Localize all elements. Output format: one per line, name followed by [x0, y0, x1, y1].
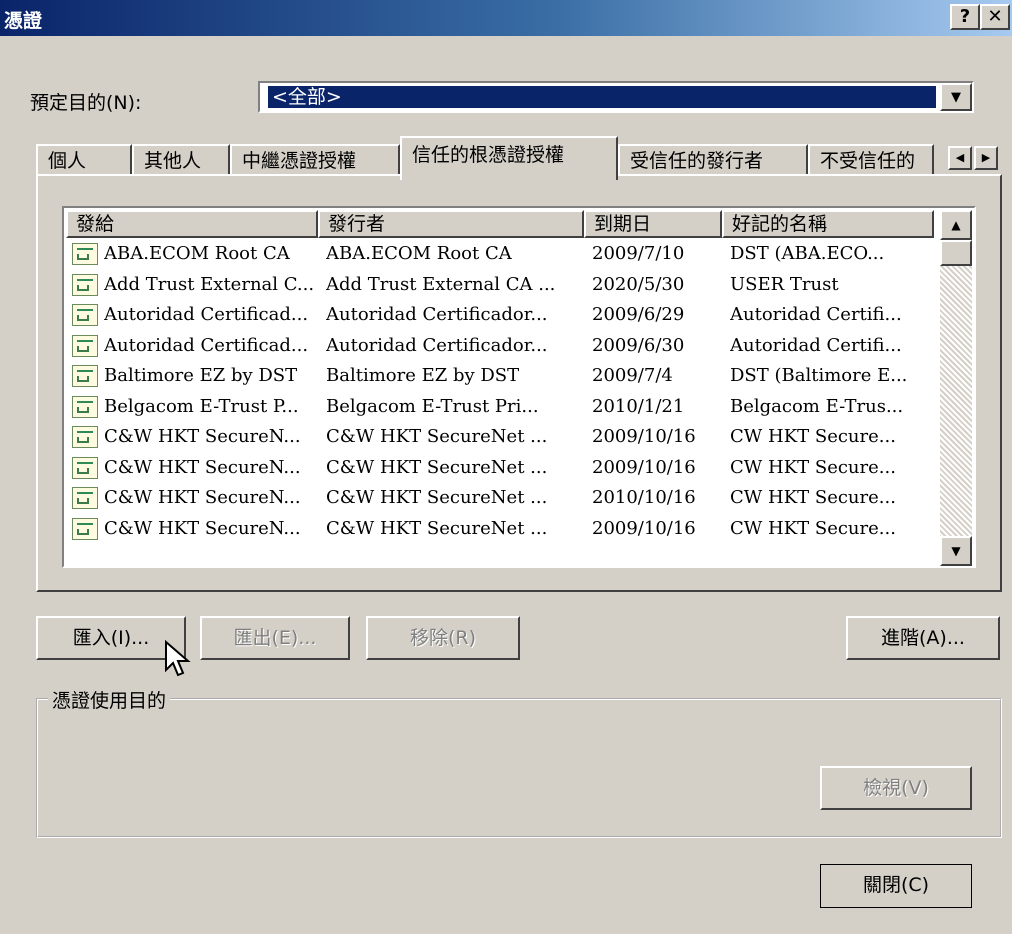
- table-row[interactable]: C&W HKT SecureN... C&W HKT SecureNet ... 2…: [66, 423, 940, 453]
- table-row[interactable]: Autoridad Certificad... Autoridad Certifi…: [66, 301, 940, 331]
- cell-expires: 2009/10/16: [592, 456, 696, 478]
- cell-issued-to: ABA.ECOM Root CA: [104, 243, 290, 264]
- certificates-dialog: 憑證 ? ✕ 預定目的(N): <全部> ▼ 個人 其他人 中繼憑證授權 信任的…: [0, 0, 1012, 934]
- certificate-purposes-label: 憑證使用目的: [48, 686, 171, 713]
- cell-expires: 2010/1/21: [592, 395, 685, 417]
- column-header-issued-to[interactable]: 發給: [66, 210, 318, 238]
- cell-issued-to: Add Trust External C...: [104, 273, 315, 295]
- help-button[interactable]: ?: [950, 4, 980, 30]
- title-bar[interactable]: 憑證 ? ✕: [0, 0, 1012, 36]
- cell-issued-by: ABA.ECOM Root CA: [326, 243, 512, 264]
- tab-others[interactable]: 其他人: [132, 144, 230, 176]
- cell-issued-by: C&W HKT SecureNet ...: [326, 517, 548, 539]
- cell-friendly: Belgacom E-Trus...: [730, 395, 904, 417]
- certificate-icon: [72, 517, 98, 540]
- cell-issued-by: Autoridad Certificador...: [326, 334, 548, 356]
- certificate-icon: [72, 456, 98, 479]
- cell-expires: 2009/10/16: [592, 426, 696, 447]
- table-row[interactable]: C&W HKT SecureN... C&W HKT SecureNet ... 2…: [66, 515, 940, 545]
- cell-issued-to: C&W HKT SecureN...: [104, 487, 301, 508]
- tab-trusted-root-ca[interactable]: 信任的根憑證授權: [400, 136, 618, 180]
- certificate-icon: [72, 426, 98, 448]
- cell-expires: 2009/6/29: [592, 304, 685, 325]
- cell-issued-to: Baltimore EZ by DST: [104, 365, 298, 386]
- cell-issued-by: C&W HKT SecureNet ...: [326, 487, 548, 508]
- column-header-issued-by[interactable]: 發行者: [318, 210, 584, 238]
- certificate-icon: [72, 395, 98, 418]
- tab-personal[interactable]: 個人: [36, 144, 132, 176]
- table-row[interactable]: Baltimore EZ by DST Baltimore EZ by DST 20…: [66, 362, 940, 392]
- cell-issued-by: Autoridad Certificador...: [326, 304, 548, 325]
- view-button[interactable]: 檢視(V): [820, 766, 972, 810]
- cell-friendly: Autoridad Certifi...: [730, 334, 902, 356]
- arrow-left-icon[interactable]: ◀: [948, 146, 972, 170]
- purpose-selected: <全部>: [268, 86, 936, 108]
- certificate-icon: [72, 304, 98, 326]
- chevron-down-icon[interactable]: ▼: [940, 83, 972, 111]
- cell-issued-to: Autoridad Certificad...: [104, 304, 309, 325]
- cell-expires: 2009/10/16: [592, 517, 696, 539]
- window-title: 憑證: [4, 10, 43, 32]
- mouse-pointer-icon: [165, 640, 191, 677]
- export-button[interactable]: 匯出(E)...: [200, 616, 350, 660]
- cell-issued-to: C&W HKT SecureN...: [104, 426, 301, 447]
- cell-issued-by: C&W HKT SecureNet ...: [326, 426, 548, 447]
- arrow-up-icon[interactable]: ▲: [940, 210, 972, 240]
- cell-expires: 2020/5/30: [592, 273, 685, 295]
- cell-issued-by: Belgacom E-Trust Pri...: [326, 395, 539, 417]
- cell-friendly: DST (Baltimore E...: [730, 365, 908, 386]
- purpose-label: 預定目的(N):: [30, 92, 142, 114]
- cell-issued-by: Add Trust External CA ...: [326, 273, 556, 295]
- cell-issued-to: C&W HKT SecureN...: [104, 517, 301, 539]
- table-row[interactable]: C&W HKT SecureN... C&W HKT SecureNet ... 2…: [66, 454, 940, 484]
- certificate-icon: [72, 487, 98, 509]
- cell-issued-by: C&W HKT SecureNet ...: [326, 456, 548, 478]
- tab-untrusted[interactable]: 不受信任的: [808, 144, 934, 176]
- cell-expires: 2009/6/30: [592, 334, 685, 356]
- tab-trusted-publishers[interactable]: 受信任的發行者: [618, 144, 808, 176]
- certificate-icon: [72, 334, 98, 357]
- cell-friendly: CW HKT Secure...: [730, 426, 896, 447]
- arrow-down-icon[interactable]: ▼: [940, 536, 972, 566]
- close-window-button[interactable]: ✕: [980, 4, 1010, 30]
- cell-friendly: CW HKT Secure...: [730, 517, 896, 539]
- tab-intermediate-ca[interactable]: 中繼憑證授權: [230, 144, 400, 176]
- cell-friendly: USER Trust: [730, 273, 839, 295]
- table-row[interactable]: Add Trust External C... Add Trust Externa…: [66, 271, 940, 301]
- column-header-friendly-name[interactable]: 好記的名稱: [722, 210, 934, 238]
- cell-issued-to: Belgacom E-Trust P...: [104, 395, 299, 417]
- vertical-scrollbar[interactable]: ▲ ▼: [940, 210, 972, 566]
- table-row[interactable]: C&W HKT SecureN... C&W HKT SecureNet ... 2…: [66, 484, 940, 514]
- cell-issued-by: Baltimore EZ by DST: [326, 365, 520, 386]
- cell-issued-to: Autoridad Certificad...: [104, 334, 309, 356]
- cell-friendly: Autoridad Certifi...: [730, 304, 902, 325]
- cell-expires: 2009/7/10: [592, 243, 685, 264]
- table-row[interactable]: ABA.ECOM Root CA ABA.ECOM Root CA 2009/7/1…: [66, 240, 940, 270]
- cell-friendly: CW HKT Secure...: [730, 456, 896, 478]
- cell-friendly: DST (ABA.ECO...: [730, 243, 885, 264]
- cell-friendly: CW HKT Secure...: [730, 487, 896, 508]
- certificate-icon: [72, 273, 98, 296]
- certificate-icon: [72, 365, 98, 387]
- cell-issued-to: C&W HKT SecureN...: [104, 456, 301, 478]
- arrow-right-icon[interactable]: ▶: [974, 146, 998, 170]
- certificate-icon: [72, 243, 98, 265]
- close-button[interactable]: 關閉(C): [820, 864, 972, 908]
- certificate-list[interactable]: 發給 發行者 到期日 好記的名稱 ABA.ECOM Root CA ABA.ECO…: [62, 206, 976, 568]
- cell-expires: 2010/10/16: [592, 487, 696, 508]
- scrollbar-thumb[interactable]: [940, 240, 972, 266]
- column-header-expiration[interactable]: 到期日: [584, 210, 722, 238]
- cell-expires: 2009/7/4: [592, 365, 673, 386]
- table-row[interactable]: Autoridad Certificad... Autoridad Certifi…: [66, 332, 940, 362]
- remove-button[interactable]: 移除(R): [366, 616, 520, 660]
- purpose-dropdown[interactable]: <全部> ▼: [258, 81, 974, 113]
- advanced-button[interactable]: 進階(A)...: [846, 616, 1000, 660]
- table-row[interactable]: Belgacom E-Trust P... Belgacom E-Trust Pr…: [66, 393, 940, 423]
